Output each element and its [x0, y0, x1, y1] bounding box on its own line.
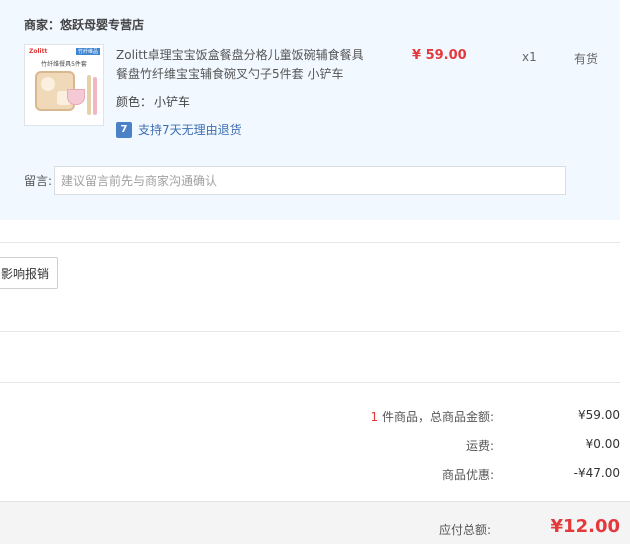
section-divider: [0, 242, 620, 243]
payable-total-bar: 应付总额: ¥12.00: [0, 501, 630, 544]
payable-total-amount: ¥12.00: [550, 516, 620, 537]
bowl-illustration: [67, 89, 85, 105]
thumb-brand-logo: Zolitt: [29, 48, 48, 55]
section-divider: [0, 382, 620, 383]
discount-label: 商品优惠:: [441, 468, 494, 482]
stock-status: 有货: [574, 52, 599, 66]
spec-label: 颜色：: [116, 95, 153, 109]
shop-order-panel: 商家：悠跃母婴专营店 Zolitt 竹纤维品 竹纤维餐具5件套 Zolitt卓理…: [0, 0, 620, 220]
return-policy-text[interactable]: 支持7天无理由退货: [138, 123, 242, 137]
seller-name[interactable]: 商家：悠跃母婴专营店: [24, 16, 144, 33]
goods-total-label: 1 件商品，总商品金额:: [371, 408, 495, 425]
goods-total-label-text: 件商品，总商品金额:: [378, 410, 494, 424]
product-thumbnail[interactable]: Zolitt 竹纤维品 竹纤维餐具5件套: [24, 44, 104, 126]
discount-amount: -¥47.00: [573, 466, 620, 480]
seven-day-return-icon: 7: [116, 121, 132, 138]
product-spec: 颜色： 小铲车: [116, 93, 190, 110]
section-divider: [0, 331, 620, 332]
seller-label: 商家：: [24, 18, 61, 32]
product-quantity: x1: [522, 50, 537, 64]
invoice-option-button[interactable]: 影响报销: [0, 257, 58, 289]
seller-name-text[interactable]: 悠跃母婴专营店: [60, 18, 144, 32]
shipping-amount: ¥0.00: [585, 437, 620, 451]
shipping-label: 运费:: [465, 439, 494, 453]
thumb-tag: 竹纤维品: [75, 48, 100, 55]
thumb-caption: 竹纤维餐具5件套: [41, 61, 87, 68]
fork-illustration: [93, 77, 97, 115]
spec-value: 小铲车: [154, 95, 191, 109]
return-policy[interactable]: 7 支持7天无理由退货: [116, 121, 242, 138]
payable-total-label: 应付总额:: [438, 523, 491, 537]
product-title-link[interactable]: Zolitt卓理宝宝饭盒餐盘分格儿童饭碗辅食餐具餐盘竹纤维宝宝辅食碗叉勺子5件套…: [116, 46, 366, 84]
note-input[interactable]: [54, 166, 566, 195]
product-price: ¥ 59.00: [412, 48, 467, 63]
note-label: 留言:: [24, 174, 53, 188]
goods-total-amount: ¥59.00: [578, 408, 620, 422]
item-count: 1: [370, 410, 379, 424]
spoon-illustration: [87, 75, 91, 115]
